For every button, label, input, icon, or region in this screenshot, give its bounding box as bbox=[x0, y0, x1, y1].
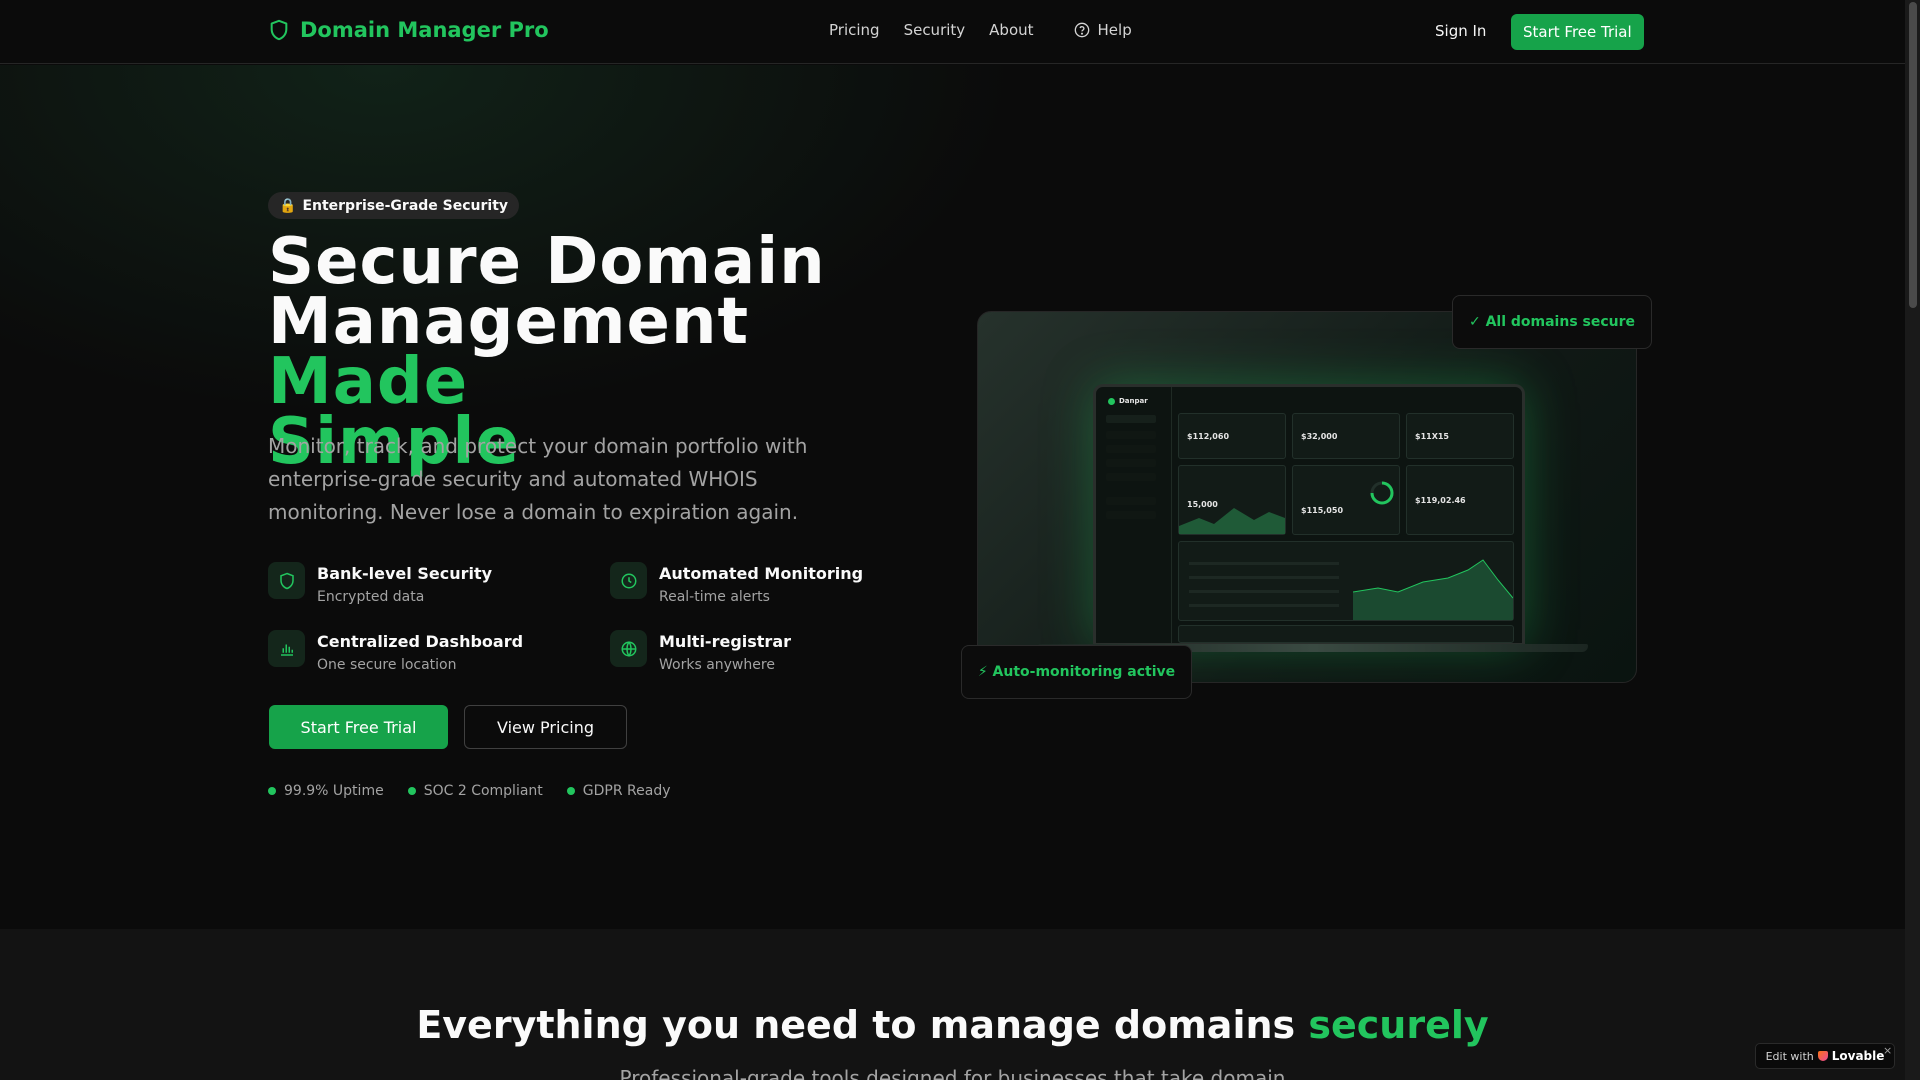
mockup-nav-item bbox=[1106, 497, 1156, 505]
trust-soc2: SOC 2 Compliant bbox=[407, 783, 543, 799]
mockup-value: $119,02.46 bbox=[1415, 496, 1466, 505]
trust-label: GDPR Ready bbox=[582, 783, 671, 799]
mockup-nav-item bbox=[1106, 511, 1156, 519]
lovable-brand: Lovable bbox=[1831, 1049, 1885, 1063]
area-chart-icon bbox=[1179, 508, 1285, 534]
mockup-value: $115,050 bbox=[1301, 506, 1344, 515]
trust-indicators: 99.9% Uptime SOC 2 Compliant GDPR Ready bbox=[268, 783, 671, 799]
mockup-nav-item bbox=[1106, 459, 1156, 467]
mockup-value: $112,060 bbox=[1187, 432, 1230, 441]
mockup-footer-row bbox=[1178, 625, 1514, 643]
close-icon[interactable]: × bbox=[1883, 1044, 1892, 1057]
mockup-logo: Danpar bbox=[1108, 397, 1148, 405]
hero-description: Monitor, track, and protect your domain … bbox=[268, 434, 808, 524]
mockup-card: $112,060 bbox=[1178, 413, 1286, 459]
mockup-nav-item bbox=[1106, 473, 1156, 481]
progress-ring-icon bbox=[1370, 481, 1394, 505]
feature-subtitle: One secure location bbox=[317, 657, 457, 673]
all-domains-secure-badge: ✓ All domains secure bbox=[1452, 295, 1652, 349]
trust-label: 99.9% Uptime bbox=[284, 783, 384, 799]
mockup-chart-card: 15,000 bbox=[1178, 465, 1286, 535]
edit-with-lovable-button[interactable]: Edit with Lovable bbox=[1755, 1043, 1895, 1069]
nav-link-security[interactable]: Security bbox=[904, 21, 966, 39]
mockup-card: $115,050 bbox=[1292, 465, 1400, 535]
clock-icon bbox=[610, 562, 647, 599]
bar-chart-icon bbox=[268, 630, 305, 667]
page-scrollbar[interactable] bbox=[1905, 0, 1920, 1080]
lock-icon: 🔒 bbox=[279, 197, 297, 214]
trust-gdpr: GDPR Ready bbox=[566, 783, 671, 799]
dashboard-preview-image: Danpar $112,060 $32,000 $11X15 15,000 $1… bbox=[977, 311, 1637, 683]
features-section-title: Everything you need to manage domains se… bbox=[0, 1003, 1905, 1047]
help-label: Help bbox=[1097, 21, 1132, 39]
nav-links: Pricing Security About Help bbox=[829, 21, 1132, 39]
start-free-trial-button[interactable]: Start Free Trial bbox=[269, 705, 448, 749]
mockup-nav-item bbox=[1106, 445, 1156, 453]
security-badge-label: Enterprise-Grade Security bbox=[302, 197, 509, 214]
feature-automated-monitoring: Automated Monitoring Real-time alerts bbox=[610, 562, 863, 605]
features-title-plain: Everything you need to manage domains bbox=[416, 1003, 1309, 1047]
scrollbar-thumb[interactable] bbox=[1909, 2, 1917, 308]
mockup-nav-item bbox=[1106, 415, 1156, 423]
nav-link-help[interactable]: Help bbox=[1074, 21, 1132, 39]
nav-link-pricing[interactable]: Pricing bbox=[829, 21, 880, 39]
mockup-card: $32,000 bbox=[1292, 413, 1400, 459]
feature-bank-security: Bank-level Security Encrypted data bbox=[268, 562, 492, 605]
feature-title: Bank-level Security bbox=[317, 564, 493, 583]
sign-in-link[interactable]: Sign In bbox=[1435, 22, 1486, 40]
nav-start-trial-button[interactable]: Start Free Trial bbox=[1511, 14, 1644, 50]
auto-monitoring-badge: ⚡ Auto-monitoring active bbox=[961, 645, 1192, 699]
feature-centralized-dashboard: Centralized Dashboard One secure locatio… bbox=[268, 630, 523, 673]
feature-subtitle: Works anywhere bbox=[659, 657, 775, 673]
feature-subtitle: Encrypted data bbox=[317, 589, 425, 605]
top-nav: Domain Manager Pro Pricing Security Abou… bbox=[0, 0, 1905, 64]
help-circle-icon bbox=[1074, 22, 1089, 38]
feature-multi-registrar: Multi-registrar Works anywhere bbox=[610, 630, 791, 673]
feature-title: Automated Monitoring bbox=[659, 564, 864, 583]
brand-name: Domain Manager Pro bbox=[300, 18, 549, 42]
features-title-accent: securely bbox=[1308, 1003, 1489, 1047]
globe-icon bbox=[610, 630, 647, 667]
lovable-prefix: Edit with bbox=[1765, 1049, 1814, 1063]
security-badge: 🔒 Enterprise-Grade Security bbox=[268, 192, 520, 219]
view-pricing-button[interactable]: View Pricing bbox=[464, 705, 627, 749]
trust-uptime: 99.9% Uptime bbox=[268, 783, 384, 799]
shield-icon bbox=[270, 19, 288, 41]
mockup-card: $119,02.46 bbox=[1406, 465, 1514, 535]
lovable-heart-icon bbox=[1817, 1051, 1828, 1061]
shield-icon bbox=[268, 562, 305, 599]
line-chart-icon bbox=[1353, 559, 1513, 620]
features-section-subtitle: Professional-grade tools designed for bu… bbox=[619, 1066, 1286, 1080]
feature-title: Multi-registrar bbox=[659, 632, 791, 651]
page: Domain Manager Pro Pricing Security Abou… bbox=[0, 0, 1905, 1080]
trust-label: SOC 2 Compliant bbox=[423, 783, 543, 799]
mockup-nav-item bbox=[1106, 431, 1156, 439]
status-dot-icon bbox=[268, 787, 276, 795]
feature-subtitle: Real-time alerts bbox=[659, 589, 770, 605]
laptop-screen: Danpar $112,060 $32,000 $11X15 15,000 $1… bbox=[1093, 384, 1525, 646]
mockup-table bbox=[1178, 541, 1514, 621]
nav-link-about[interactable]: About bbox=[989, 21, 1033, 39]
status-dot-icon bbox=[407, 787, 416, 795]
status-dot-icon bbox=[566, 787, 575, 795]
mockup-brand: Danpar bbox=[1119, 397, 1148, 405]
feature-title: Centralized Dashboard bbox=[317, 632, 524, 651]
mockup-card: $11X15 bbox=[1406, 413, 1514, 459]
mockup-value: $32,000 bbox=[1301, 432, 1338, 441]
brand-logo[interactable]: Domain Manager Pro bbox=[268, 18, 549, 42]
mockup-value: $11X15 bbox=[1415, 432, 1449, 441]
mockup-sidebar: Danpar bbox=[1096, 387, 1172, 643]
